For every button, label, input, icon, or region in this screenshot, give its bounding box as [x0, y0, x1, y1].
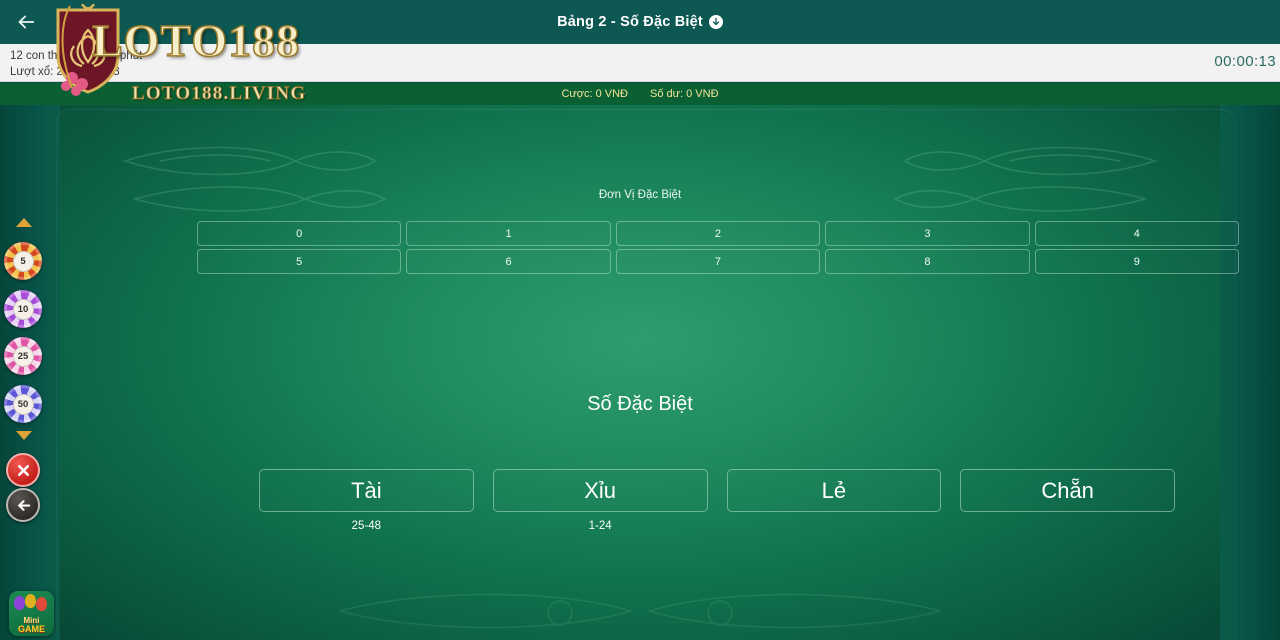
countdown-timer: 00:00:13	[1214, 53, 1276, 70]
balloon-icon	[25, 594, 36, 608]
main-bet-grid: Tài 25-48 Xỉu 1-24 Lẻ Chẵn	[259, 469, 1175, 534]
round-info-line2: Lượt xổ: 2025031158	[10, 66, 120, 78]
chip-25[interactable]: 25	[4, 337, 42, 375]
page-title: Bảng 2 - Số Đặc Biệt	[557, 14, 723, 30]
chip-value: 25	[12, 345, 34, 367]
bet-option-chan: Chẵn	[960, 469, 1175, 534]
bet-range-tai: 25-48	[351, 520, 382, 532]
chip-value: 50	[12, 393, 34, 415]
number-button-5[interactable]: 5	[197, 249, 402, 274]
chip-5[interactable]: 5	[4, 242, 42, 280]
minigame-button[interactable]: Mini GAME	[9, 591, 54, 636]
minigame-label-line2: GAME	[18, 624, 45, 634]
balance-label: Số dư: 0 VNĐ	[650, 88, 719, 100]
caret-up-icon[interactable]	[16, 218, 32, 227]
chip-value: 5	[12, 250, 34, 272]
betting-table: Đơn Vị Đặc Biệt 0 1 2 3 4 5 6 7 8 9 Số Đ…	[0, 105, 1280, 640]
chip-value: 10	[12, 298, 34, 320]
bet-range-chan	[960, 520, 1175, 534]
current-stake-label: Cược: 0 VNĐ	[561, 88, 629, 100]
bet-range-le	[727, 520, 942, 534]
chip-10[interactable]: 10	[4, 290, 42, 328]
number-button-3[interactable]: 3	[825, 221, 1030, 246]
bet-button-xiu[interactable]: Xỉu	[492, 469, 708, 512]
bet-option-xiu: Xỉu 1-24	[492, 469, 708, 534]
arrow-left-icon	[18, 15, 35, 29]
minigame-label: Mini GAME	[9, 617, 54, 634]
round-info-line1: 12 con thưởng mỗi 1 phút	[10, 50, 143, 62]
number-button-7[interactable]: 7	[615, 249, 821, 274]
bet-button-tai[interactable]: Tài	[259, 469, 474, 512]
number-button-2[interactable]: 2	[615, 221, 821, 246]
bet-option-le: Lẻ	[726, 469, 942, 534]
caret-down-icon[interactable]	[16, 431, 32, 440]
table-rail-right	[1220, 105, 1280, 640]
number-button-1[interactable]: 1	[406, 221, 611, 246]
bet-range-xiu: 1-24	[588, 520, 612, 532]
undo-bet-button[interactable]	[6, 488, 40, 522]
back-button[interactable]	[10, 6, 42, 38]
page-title-text: Bảng 2 - Số Đặc Biệt	[557, 14, 703, 30]
clear-bets-button[interactable]	[6, 453, 40, 487]
unit-section-label: Đơn Vị Đặc Biệt	[598, 189, 682, 201]
close-icon	[17, 464, 29, 476]
arrow-left-icon	[17, 499, 30, 511]
number-button-6[interactable]: 6	[406, 249, 611, 274]
app-header: Bảng 2 - Số Đặc Biệt	[0, 0, 1280, 44]
bet-button-chan[interactable]: Chẵn	[960, 469, 1175, 512]
balloon-icon	[14, 596, 25, 610]
arrow-down-circle-icon[interactable]	[708, 15, 723, 29]
number-button-4[interactable]: 4	[1034, 221, 1239, 246]
round-info-text: 12 con thưởng mỗi 1 phút Lượt xổ: 202503…	[10, 48, 142, 80]
chip-50[interactable]: 50	[4, 385, 42, 423]
number-button-0[interactable]: 0	[197, 221, 402, 246]
number-button-8[interactable]: 8	[825, 249, 1030, 274]
number-button-9[interactable]: 9	[1034, 249, 1239, 274]
unit-number-grid: 0 1 2 3 4 5 6 7 8 9	[197, 221, 1239, 274]
round-info-bar: 12 con thưởng mỗi 1 phút Lượt xổ: 202503…	[0, 44, 1280, 82]
chip-rail: 5 10 25 50	[0, 105, 48, 640]
bet-summary-bar: Cược: 0 VNĐ Số dư: 0 VNĐ	[0, 83, 1280, 105]
felt-ornament-bottom	[336, 593, 944, 629]
game-screen: Bảng 2 - Số Đặc Biệt 12 con thưởng mỗi 1…	[0, 0, 1280, 640]
balloon-icon	[36, 597, 47, 611]
main-section-label: Số Đặc Biệt	[587, 393, 693, 415]
bet-option-tai: Tài 25-48	[259, 469, 474, 534]
bet-button-le[interactable]: Lẻ	[726, 469, 942, 512]
